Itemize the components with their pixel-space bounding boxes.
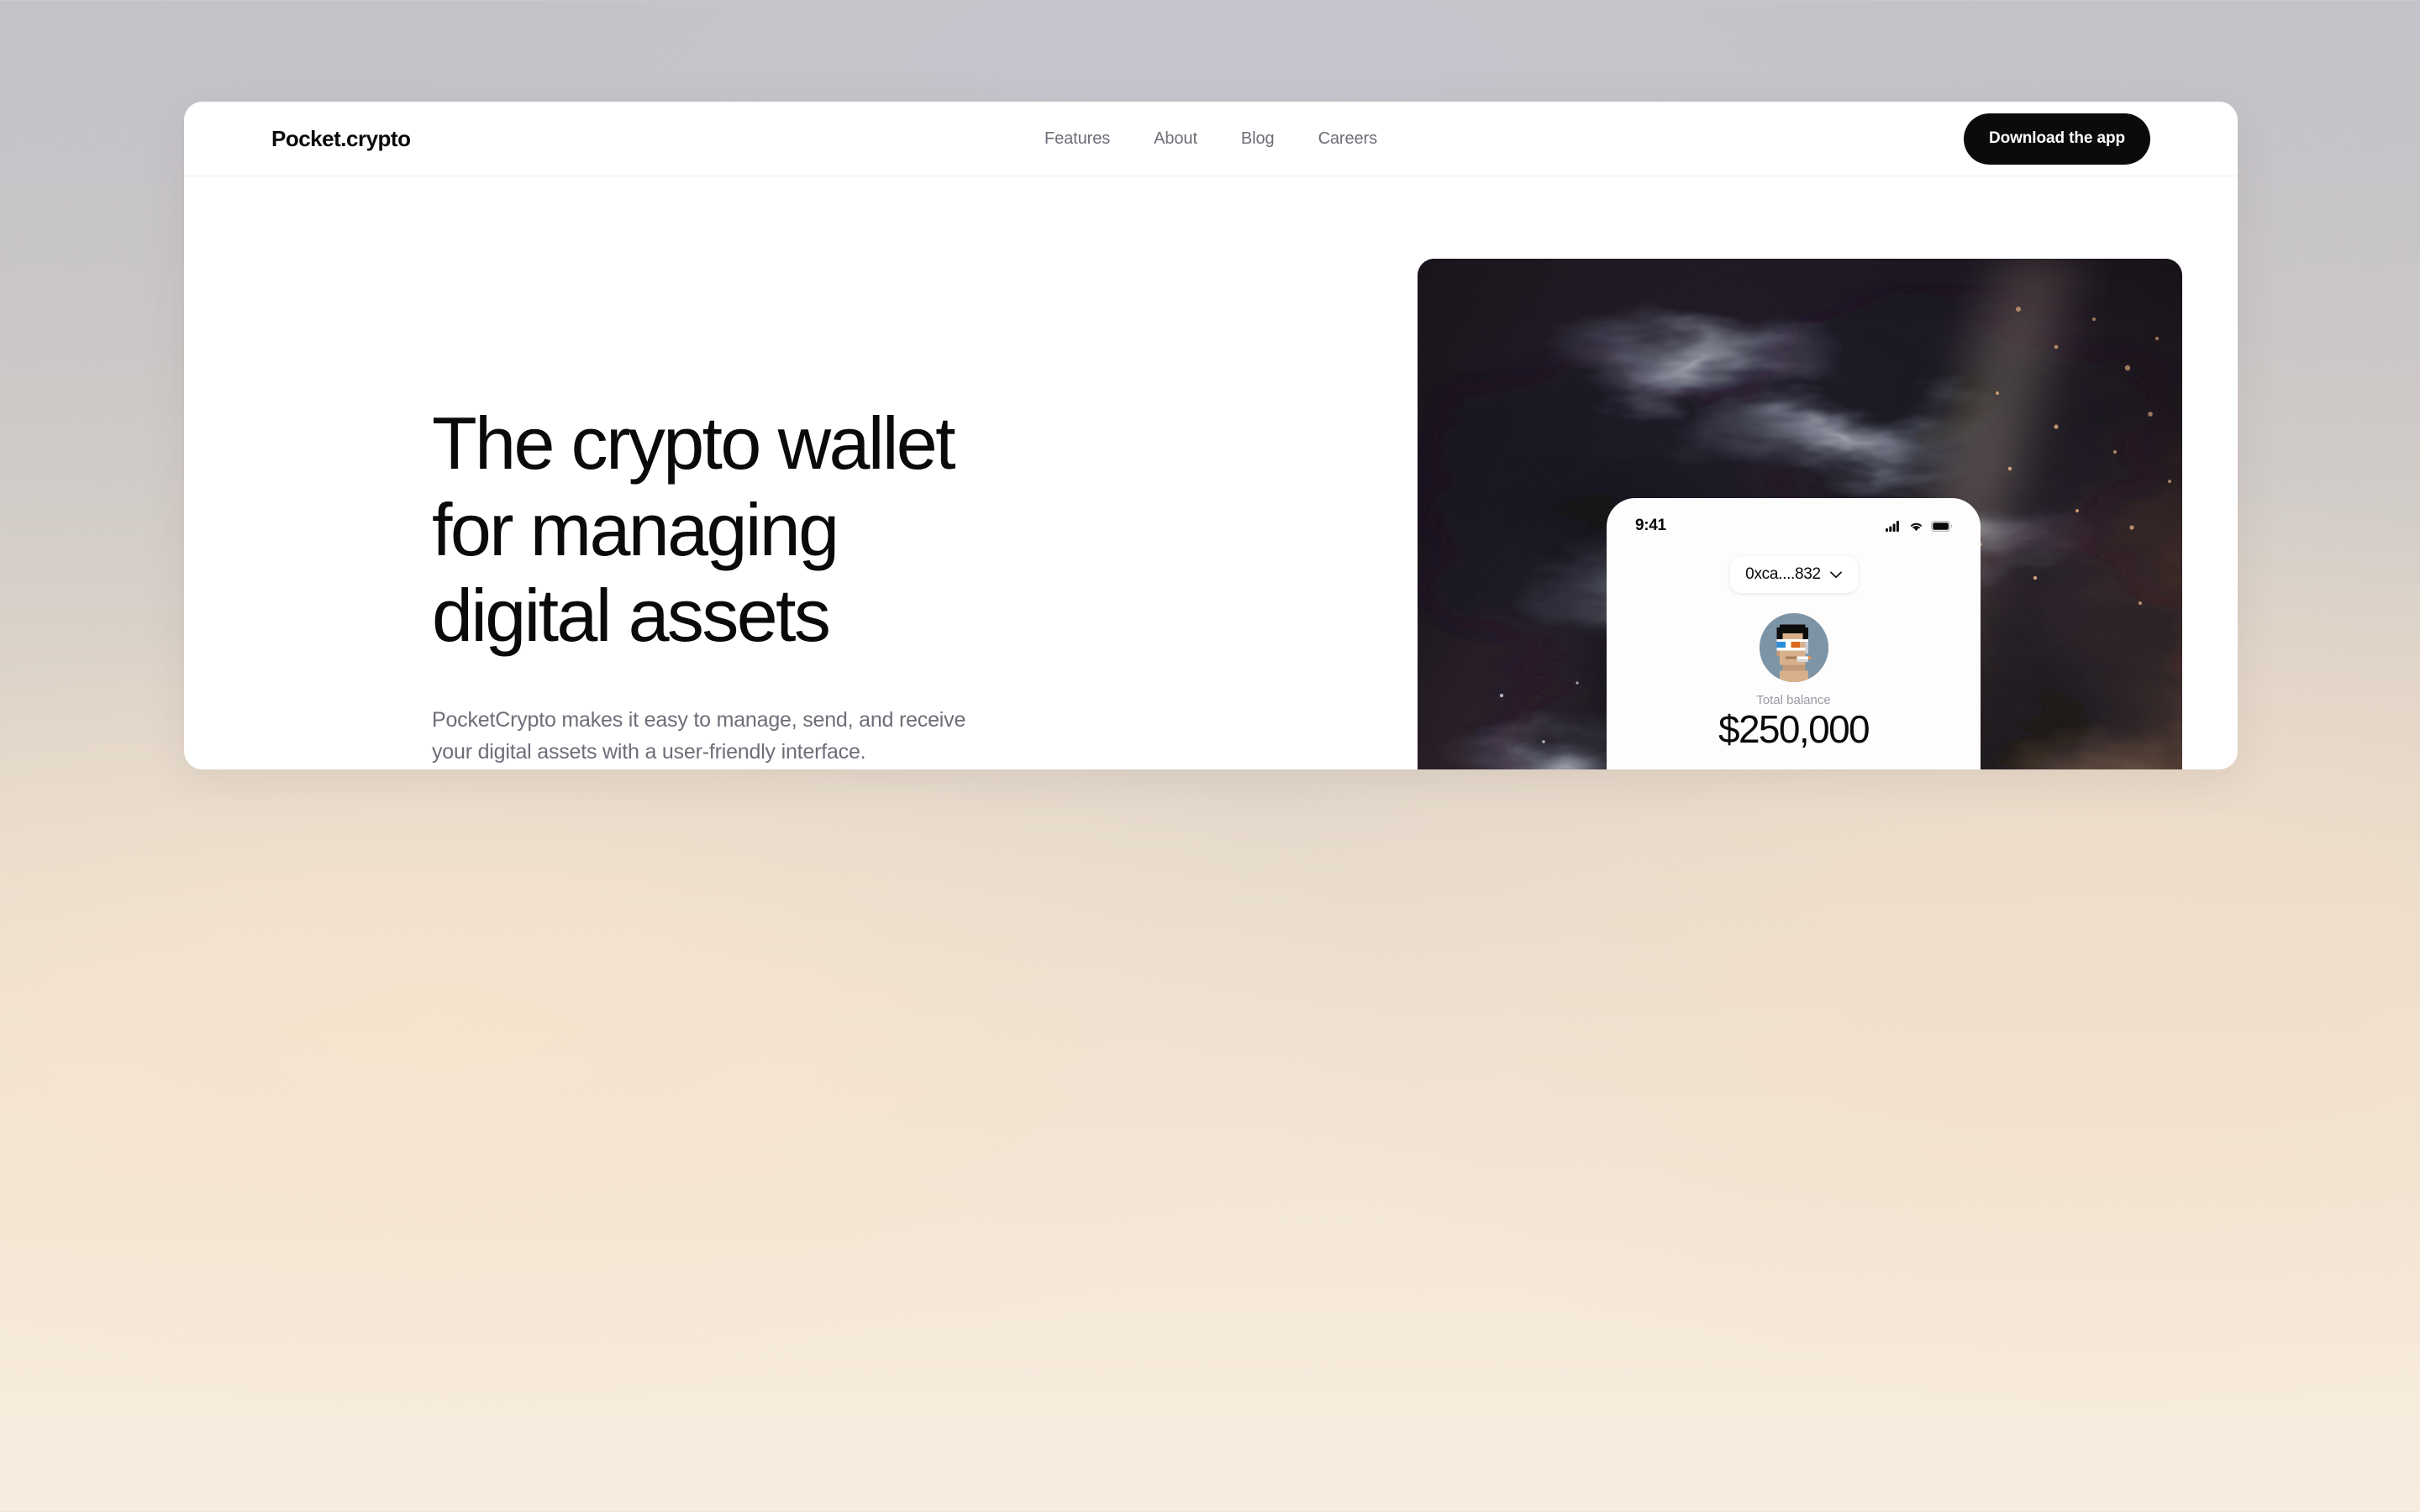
wallet-address-selector[interactable]: 0xca....832: [1729, 556, 1858, 593]
nav-link-about[interactable]: About: [1154, 129, 1197, 149]
wallet-address-label: 0xca....832: [1745, 565, 1821, 583]
balance-label: Total balance: [1756, 693, 1831, 707]
status-time: 9:41: [1635, 517, 1666, 534]
page-title: The crypto wallet for managing digital a…: [432, 402, 956, 658]
phone-mockup: 9:41 0xca....832 Total balance $250,000: [1607, 498, 1981, 769]
brand-logo[interactable]: Pocket.crypto: [271, 126, 411, 152]
navbar: Pocket.crypto Features About Blog Career…: [184, 102, 2238, 176]
chevron-down-icon: [1829, 571, 1842, 578]
page-card: Pocket.crypto Features About Blog Career…: [184, 102, 2238, 769]
hero-subtitle: PocketCrypto makes it easy to manage, se…: [432, 707, 966, 764]
wifi-icon: [1910, 522, 1923, 531]
nav-link-blog[interactable]: Blog: [1241, 129, 1275, 149]
balance-value: $250,000: [1718, 707, 1870, 751]
hero-copy: The crypto wallet for managing digital a…: [184, 176, 1352, 769]
nav-links: Features About Blog Careers: [1044, 129, 1377, 149]
nav-link-features[interactable]: Features: [1044, 129, 1110, 149]
battery-icon: [1931, 520, 1952, 532]
status-icons: [1886, 520, 1952, 532]
avatar[interactable]: [1759, 613, 1828, 682]
cryptopunk-avatar-icon: [1759, 613, 1828, 682]
phone-status-bar: 9:41: [1607, 498, 1981, 542]
cellular-signal-icon: [1886, 520, 1899, 532]
nav-link-careers[interactable]: Careers: [1318, 129, 1378, 149]
navbar-download-button[interactable]: Download the app: [1963, 113, 2150, 165]
